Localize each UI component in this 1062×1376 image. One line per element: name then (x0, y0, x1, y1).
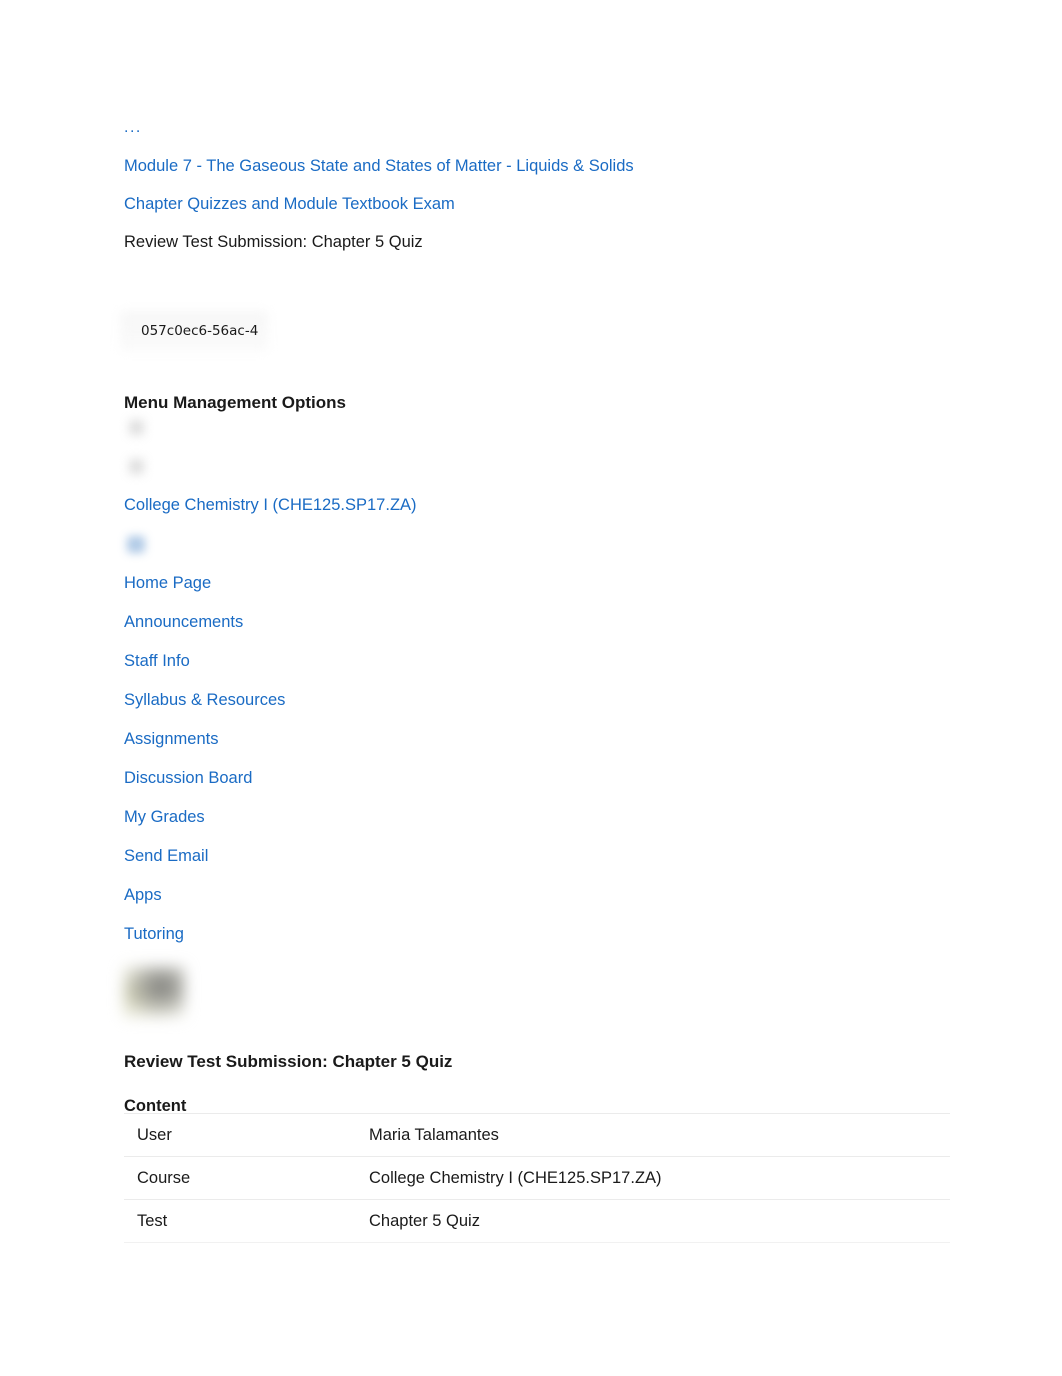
course-banner-image (123, 966, 185, 1018)
sidebar-item-tutoring[interactable]: Tutoring (124, 923, 444, 962)
table-row: User Maria Talamantes (124, 1113, 950, 1157)
menu-refresh-icon[interactable] (129, 459, 144, 474)
table-row: Test Chapter 5 Quiz (124, 1199, 950, 1243)
sidebar-item-apps[interactable]: Apps (124, 884, 444, 923)
sidebar-item-staff-info[interactable]: Staff Info (124, 650, 444, 689)
breadcrumb-ellipsis-link[interactable]: ... (124, 118, 944, 138)
session-id-value: 057c0ec6-56ac-4 (141, 323, 259, 339)
sidebar-item-discussion-board[interactable]: Discussion Board (124, 767, 444, 806)
sidebar-link-home-page[interactable]: Home Page (124, 572, 211, 594)
course-title-link[interactable]: College Chemistry I (CHE125.SP17.ZA) (124, 494, 417, 516)
sidebar-link-syllabus-resources[interactable]: Syllabus & Resources (124, 689, 285, 711)
session-id-chip: 057c0ec6-56ac-4 (120, 311, 270, 351)
sidebar-item-send-email[interactable]: Send Email (124, 845, 444, 884)
breadcrumb-item-module-7[interactable]: Module 7 - The Gaseous State and States … (124, 156, 944, 176)
table-cell-label-course: Course (124, 1156, 369, 1200)
sidebar-link-tutoring[interactable]: Tutoring (124, 923, 184, 945)
table-row: Course College Chemistry I (CHE125.SP17.… (124, 1156, 950, 1200)
course-menu-toggle-icon[interactable] (127, 536, 145, 553)
sidebar-link-my-grades[interactable]: My Grades (124, 806, 205, 828)
submission-info-table: User Maria Talamantes Course College Che… (124, 1113, 950, 1243)
table-cell-value-user: Maria Talamantes (369, 1113, 950, 1157)
table-cell-value-test: Chapter 5 Quiz (369, 1199, 950, 1243)
table-cell-value-course: College Chemistry I (CHE125.SP17.ZA) (369, 1156, 950, 1200)
breadcrumb-item-current: Review Test Submission: Chapter 5 Quiz (124, 233, 423, 251)
page-title: Review Test Submission: Chapter 5 Quiz (124, 1052, 453, 1072)
sidebar-item-announcements[interactable]: Announcements (124, 611, 444, 650)
course-menu-list: Home Page Announcements Staff Info Sylla… (124, 572, 444, 962)
sidebar-link-announcements[interactable]: Announcements (124, 611, 243, 633)
breadcrumb-item-chapter-quizzes[interactable]: Chapter Quizzes and Module Textbook Exam (124, 194, 944, 214)
sidebar-item-syllabus-resources[interactable]: Syllabus & Resources (124, 689, 444, 728)
sidebar-link-discussion-board[interactable]: Discussion Board (124, 767, 252, 789)
table-cell-label-test: Test (124, 1199, 369, 1243)
sidebar-item-my-grades[interactable]: My Grades (124, 806, 444, 845)
sidebar-item-assignments[interactable]: Assignments (124, 728, 444, 767)
menu-collapse-icon[interactable] (129, 420, 144, 435)
sidebar-link-staff-info[interactable]: Staff Info (124, 650, 190, 672)
menu-management-heading: Menu Management Options (124, 393, 346, 413)
sidebar-item-home-page[interactable]: Home Page (124, 572, 444, 611)
breadcrumb: ... Module 7 - The Gaseous State and Sta… (124, 118, 944, 252)
page-root: ... Module 7 - The Gaseous State and Sta… (0, 0, 1062, 1376)
sidebar-link-assignments[interactable]: Assignments (124, 728, 218, 750)
table-cell-label-user: User (124, 1113, 369, 1157)
sidebar-link-send-email[interactable]: Send Email (124, 845, 208, 867)
sidebar-link-apps[interactable]: Apps (124, 884, 162, 906)
